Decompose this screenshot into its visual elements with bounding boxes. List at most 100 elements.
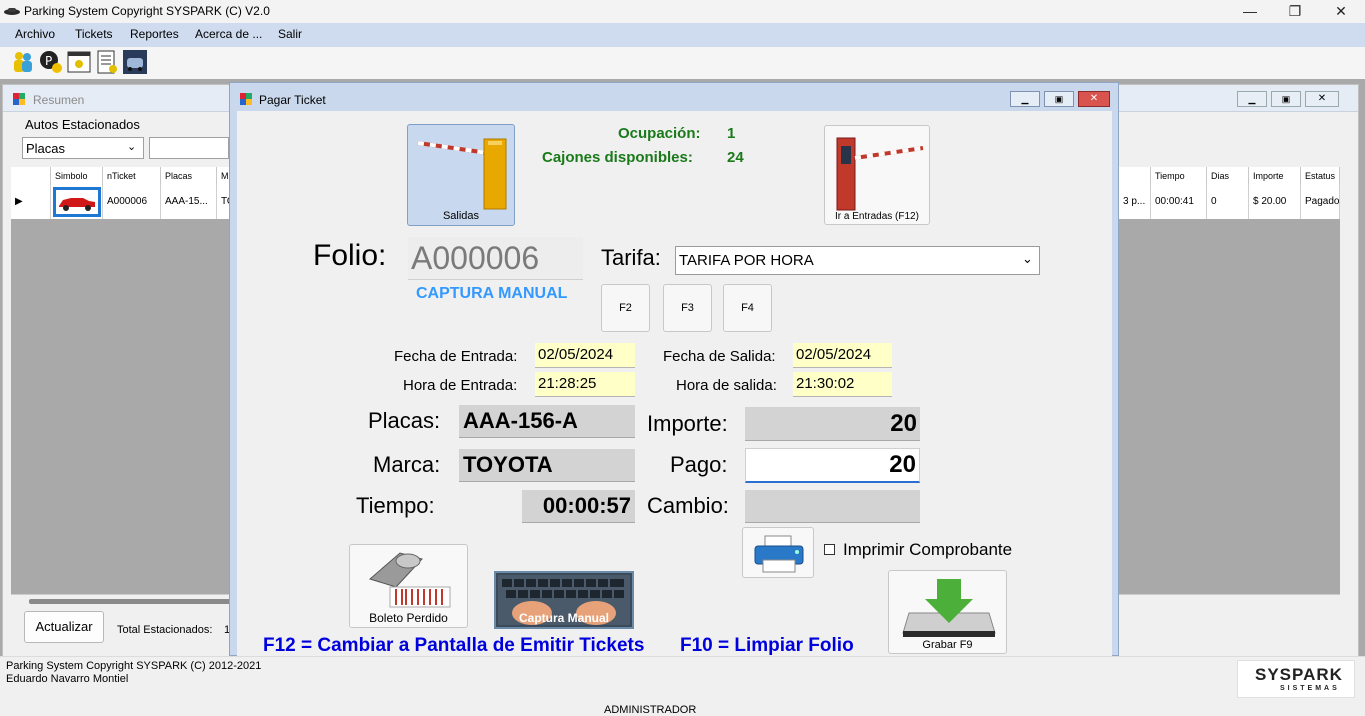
total-estacionados-label: Total Estacionados: [117,624,213,636]
svg-text:P: P [45,54,52,68]
table-cell-nticket[interactable]: A000006 [103,185,161,219]
search-input[interactable] [149,137,229,159]
app-title: Parking System Copyright SYSPARK (C) V2.… [24,4,270,18]
fecha-entrada-label: Fecha de Entrada: [394,348,518,365]
boleto-perdido-button[interactable]: Boleto Perdido [349,544,468,628]
marca-field[interactable]: TOYOTA [459,449,635,482]
ocupacion-label: Ocupación: [618,125,701,142]
boleto-perdido-label: Boleto Perdido [369,611,448,625]
f2-button[interactable]: F2 [601,284,650,332]
parking-ticket-icon[interactable]: P [39,50,63,74]
table-cell-dias[interactable]: 0 [1207,185,1249,219]
captura-manual-link[interactable]: CAPTURA MANUAL [416,285,567,303]
fecha-entrada-field[interactable]: 02/05/2024 [535,343,635,368]
printer-button[interactable] [742,527,814,578]
folio-input[interactable]: A000006 [408,237,583,280]
printer-icon [754,535,804,573]
pago-label: Pago: [670,452,728,477]
table-cell-estatus[interactable]: Pagado [1301,185,1340,219]
placas-field[interactable]: AAA-156-A [459,405,635,438]
autos-estacionados-label: Autos Estacionados [25,117,140,132]
resumen-title: Resumen [33,93,85,107]
grid-header-simbolo: Simbolo [51,167,103,185]
menu-salir[interactable]: Salir [278,27,302,41]
resumen-close-button[interactable]: ✕ [1305,91,1339,107]
grid-header-rowsel [11,167,51,185]
ir-entradas-button[interactable]: Ir a Entradas (F12) [824,125,930,225]
tarifa-select[interactable]: TARIFA POR HORA ⌄ [675,246,1040,275]
download-save-icon [902,579,996,637]
salidas-label: Salidas [442,210,480,222]
chevron-down-icon: ⌄ [127,141,137,153]
chevron-down-icon: ⌄ [1022,251,1033,266]
dialog-close-button[interactable]: ✕ [1078,91,1110,107]
fecha-salida-field[interactable]: 02/05/2024 [793,343,892,368]
cajones-value: 24 [727,149,744,166]
resumen-minimize-button[interactable]: ▁ [1237,91,1267,107]
copyright-text: Parking System Copyright SYSPARK (C) 201… [6,660,262,672]
row-selector[interactable]: ▶ [11,185,51,219]
users-icon[interactable] [11,50,35,74]
table-row-symbol[interactable] [51,185,103,219]
f3-button[interactable]: F3 [663,284,712,332]
author-text: Eduardo Navarro Montiel [6,673,129,685]
filter-select[interactable]: Placas ⌄ [22,137,144,159]
close-button[interactable]: ✕ [1318,0,1364,23]
window-app-icon [240,93,252,105]
user-label: ADMINISTRADOR [604,704,697,716]
imprimir-checkbox[interactable] [824,544,835,555]
salidas-button[interactable]: Salidas [407,124,515,226]
receipt-icon[interactable] [95,50,119,74]
barcode-scanner-icon [368,552,451,608]
importe-field[interactable]: 20 [745,407,920,441]
row-pointer-icon: ▶ [15,196,23,207]
grid-header-importe: Importe [1249,167,1301,185]
syspark-logo: SYSPARK SISTEMAS [1237,660,1355,698]
hora-entrada-label: Hora de Entrada: [403,377,518,394]
table-cell-importe[interactable]: $ 20.00 [1249,185,1301,219]
menu-reportes[interactable]: Reportes [130,27,179,41]
ir-entradas-label: Ir a Entradas (F12) [835,211,919,222]
toolbar: P [0,47,1365,79]
pago-input[interactable]: 20 [745,448,920,483]
resumen-restore-button[interactable]: ▣ [1271,91,1301,107]
menu-archivo[interactable]: Archivo [15,27,55,41]
tiempo-field[interactable]: 00:00:57 [522,490,635,523]
folio-label: Folio: [313,239,387,272]
maximize-button[interactable]: ❐ [1272,0,1318,23]
grid-header-tiempo: Tiempo [1151,167,1207,185]
importe-label: Importe: [647,411,728,436]
table-cell-placas[interactable]: AAA-15... [161,185,217,219]
hint-f10: F10 = Limpiar Folio [680,635,854,656]
tarifa-select-value: TARIFA POR HORA [679,252,814,269]
dialog-minimize-button[interactable]: ▁ [1010,91,1040,107]
dialog-restore-button[interactable]: ▣ [1044,91,1074,107]
menu-acerca-de[interactable]: Acerca de ... [195,27,262,41]
grid-header-dias: Dias [1207,167,1249,185]
f4-button[interactable]: F4 [723,284,772,332]
car-icon [4,8,20,15]
barrier-gate-icon [417,138,507,210]
entry-gate-icon [836,137,924,211]
hora-salida-field[interactable]: 21:30:02 [793,372,892,397]
actualizar-button[interactable]: Actualizar [24,611,104,643]
minimize-button[interactable]: — [1227,0,1273,23]
parking-lot-icon[interactable] [123,50,147,74]
hora-entrada-field[interactable]: 21:28:25 [535,372,635,397]
table-cell-tiempo[interactable]: 00:00:41 [1151,185,1207,219]
app-titlebar: Parking System Copyright SYSPARK (C) V2.… [0,0,1365,23]
imprimir-label: Imprimir Comprobante [843,540,1013,559]
captura-manual-button[interactable]: Captura Manual [494,571,634,629]
window-app-icon [13,93,25,105]
window-icon[interactable] [67,50,91,74]
pagar-ticket-dialog: Pagar Ticket ▁ ▣ ✕ Salidas Ocupación: 1 … [229,82,1119,657]
logo-text: SYSPARK [1255,665,1343,684]
grabar-button[interactable]: Grabar F9 [888,570,1007,654]
grid-header-hidden [1119,167,1151,185]
cambio-label: Cambio: [647,493,729,518]
grabar-label: Grabar F9 [922,639,973,651]
grid-header-placas: Placas [161,167,217,185]
menu-tickets[interactable]: Tickets [75,27,113,41]
cambio-field[interactable] [745,490,920,523]
table-cell-hidden[interactable]: 3 p... [1119,185,1151,219]
